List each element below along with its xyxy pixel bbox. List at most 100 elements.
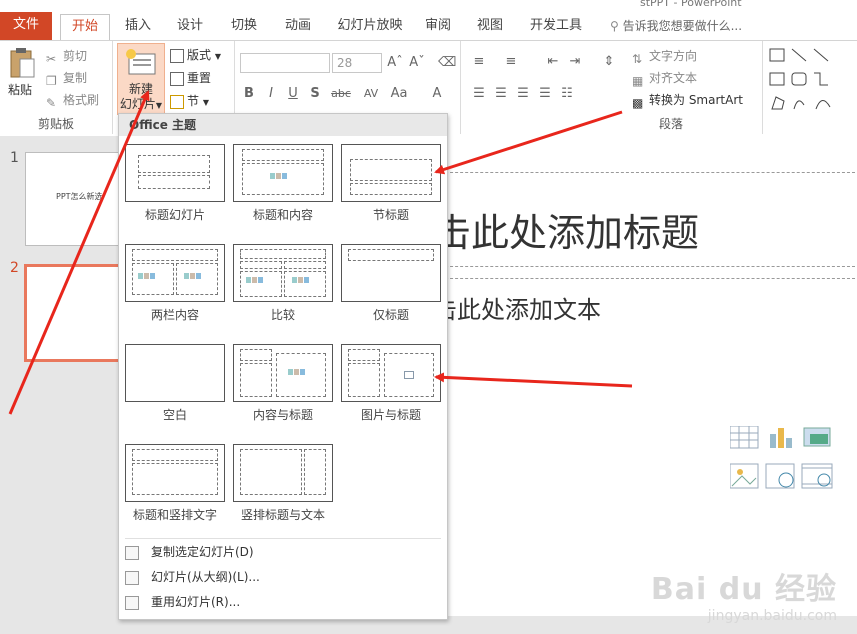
new-slide-icon — [126, 49, 156, 75]
decrease-indent-icon[interactable]: ⇤ — [544, 53, 562, 71]
tab-developer[interactable]: 开发工具 — [522, 14, 590, 40]
thumbnail-text: PPT怎么新选 — [56, 192, 103, 201]
layout-vertical-title-text[interactable]: 竖排标题与文本 — [233, 444, 333, 523]
tab-home[interactable]: 开始 — [60, 14, 110, 40]
text-direction-icon: ⇅ — [632, 51, 643, 66]
layout-title-slide[interactable]: 标题幻灯片 — [125, 144, 225, 223]
copy-button[interactable]: ❐ 复制 — [46, 69, 87, 88]
smartart-button[interactable]: ▩ 转换为 SmartArt — [632, 91, 743, 110]
tab-animations[interactable]: 动画 — [276, 14, 320, 40]
watermark: Bai du 经验 jingyan.baidu.com — [651, 564, 837, 624]
reuse-slides-icon — [125, 595, 139, 610]
text-direction-button[interactable]: ⇅ 文字方向 — [632, 47, 697, 66]
tab-file[interactable]: 文件 — [0, 12, 52, 40]
tab-view[interactable]: 视图 — [468, 14, 512, 40]
tab-review[interactable]: 审阅 — [416, 14, 460, 40]
layout-title-only[interactable]: 仅标题 — [341, 244, 441, 323]
layout-picture-caption[interactable]: 图片与标题 — [341, 344, 441, 423]
italic-button[interactable]: I — [262, 85, 280, 103]
ribbon-tabs: 文件 开始 插入 设计 切换 动画 幻灯片放映 审阅 视图 开发工具 ⚲ 告诉我… — [0, 10, 857, 40]
insert-table-icon — [730, 426, 759, 449]
grow-font-icon[interactable]: Aˆ — [386, 54, 404, 72]
layout-label: 标题幻灯片 — [144, 208, 205, 222]
picture-icon — [404, 371, 414, 379]
layout-title-vertical-text[interactable]: 标题和竖排文字 — [125, 444, 225, 523]
layout-title-content[interactable]: 标题和内容 — [233, 144, 333, 223]
lightbulb-icon: ⚲ — [610, 19, 623, 33]
font-size-box[interactable]: 28 — [332, 53, 382, 73]
layout-label: 竖排标题与文本 — [240, 508, 325, 522]
align-text-icon: ▦ — [632, 73, 644, 88]
insert-video-icon — [801, 463, 833, 489]
dropdown-header: Office 主题 — [119, 114, 447, 136]
align-right-icon[interactable]: ☰ — [514, 85, 532, 103]
bold-button[interactable]: B — [240, 85, 258, 103]
line-spacing-icon[interactable]: ⇕ — [600, 53, 618, 71]
layout-label: 标题和内容 — [252, 208, 313, 222]
font-color-button[interactable]: A — [428, 85, 446, 103]
title-bar: stPPT - PowerPoint — [0, 0, 857, 10]
strikethrough-button[interactable]: abc — [328, 85, 354, 103]
clipboard-group: 粘贴 ✂ 剪切 ❐ 复制 ✎ 格式刷 剪贴板 — [0, 41, 113, 134]
shapes-gallery[interactable] — [764, 41, 857, 134]
underline-button[interactable]: U — [284, 85, 302, 103]
thumbnail-pane: 1 PPT怎么新选 2 — [0, 136, 180, 634]
layout-label: 比较 — [270, 308, 295, 322]
new-slide-label-1: 新建 — [128, 82, 153, 96]
reset-button[interactable]: 重置 — [170, 69, 211, 87]
layout-comparison[interactable]: 比较 — [233, 244, 333, 323]
duplicate-slide-icon — [125, 545, 139, 560]
tab-insert[interactable]: 插入 — [116, 14, 160, 40]
layout-label: 图片与标题 — [360, 408, 421, 422]
layout-content-caption[interactable]: 内容与标题 — [233, 344, 333, 423]
align-center-icon[interactable]: ☰ — [492, 85, 510, 103]
window-title: stPPT - PowerPoint — [640, 0, 742, 9]
body-placeholder-border — [435, 278, 855, 279]
layout-icon — [170, 48, 184, 63]
layout-label: 两栏内容 — [150, 308, 199, 322]
content-insert-icons[interactable] — [730, 426, 840, 502]
insert-picture-icon — [730, 463, 759, 489]
justify-icon[interactable]: ☰ — [536, 85, 554, 103]
reuse-slides-item[interactable]: 重用幻灯片(R)... — [125, 592, 240, 612]
clear-format-icon[interactable]: ⌫ — [438, 54, 456, 72]
columns-icon[interactable]: ☷ — [558, 85, 576, 103]
body-placeholder[interactable]: 击此处添加文本 — [433, 290, 601, 325]
paragraph-group: ≡ ≡ ⇤ ⇥ ⇕ ☰ ☰ ☰ ☰ ☷ ⇅ 文字方向 ▦ 对齐文本 ▩ 转换为 Sma… — [460, 41, 763, 134]
paste-button[interactable] — [8, 47, 36, 81]
layout-label: 标题和竖排文字 — [132, 508, 217, 522]
tell-me-box[interactable]: ⚲ 告诉我您想要做什么... — [610, 14, 742, 38]
change-case-button[interactable]: Aa — [386, 85, 412, 103]
shrink-font-icon[interactable]: Aˇ — [408, 54, 426, 72]
new-slide-button[interactable]: 新建 幻灯片▼ — [117, 43, 165, 115]
outline-icon — [125, 570, 139, 585]
insert-smartart-icon — [803, 427, 831, 447]
tab-transitions[interactable]: 切换 — [222, 14, 266, 40]
align-left-icon[interactable]: ☰ — [470, 85, 488, 103]
paste-label[interactable]: 粘贴 — [8, 81, 32, 98]
numbering-icon[interactable]: ≡ — [502, 53, 520, 71]
slide-number-2: 2 — [10, 260, 19, 276]
format-painter-button[interactable]: ✎ 格式刷 — [46, 91, 99, 110]
watermark-url: jingyan.baidu.com — [707, 608, 837, 624]
title-placeholder[interactable]: 击此处添加标题 — [433, 202, 699, 257]
brush-icon: ✎ — [46, 95, 57, 110]
duplicate-slide-item[interactable]: 复制选定幻灯片(D) — [125, 542, 254, 562]
tab-slideshow[interactable]: 幻灯片放映 — [330, 14, 410, 40]
section-button[interactable]: 节 ▼ — [170, 92, 209, 112]
bullets-icon[interactable]: ≡ — [470, 53, 488, 71]
char-spacing-button[interactable]: AV — [358, 85, 384, 103]
increase-indent-icon[interactable]: ⇥ — [566, 53, 584, 71]
slides-from-outline-item[interactable]: 幻灯片(从大纲)(L)... — [125, 567, 260, 587]
font-name-box[interactable] — [240, 53, 330, 73]
layout-blank[interactable]: 空白 — [125, 344, 225, 423]
layout-two-content[interactable]: 两栏内容 — [125, 244, 225, 323]
tab-design[interactable]: 设计 — [168, 14, 212, 40]
layout-button[interactable]: 版式 ▼ — [170, 46, 221, 66]
layout-section-header[interactable]: 节标题 — [341, 144, 441, 223]
tell-me-placeholder: 告诉我您想要做什么... — [622, 19, 743, 33]
cut-button[interactable]: ✂ 剪切 — [46, 47, 87, 66]
shadow-button[interactable]: S — [306, 85, 324, 103]
align-text-button[interactable]: ▦ 对齐文本 — [632, 69, 697, 88]
scissors-icon: ✂ — [46, 51, 57, 66]
